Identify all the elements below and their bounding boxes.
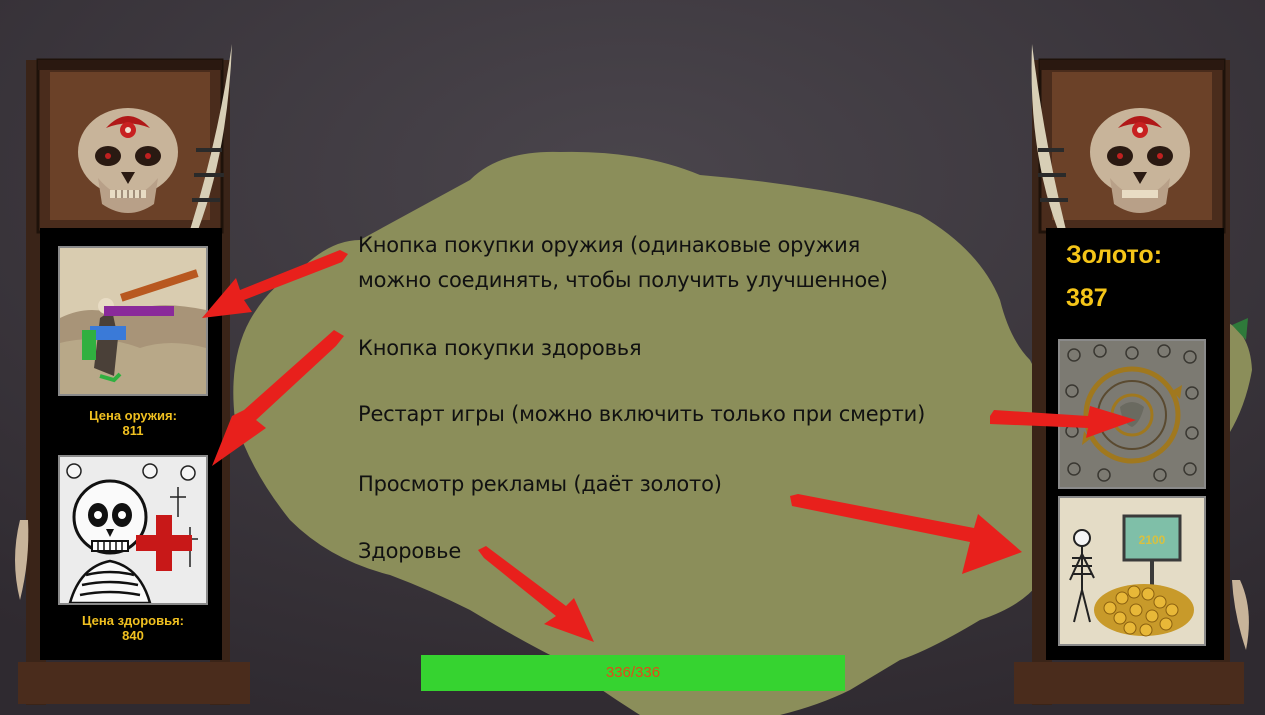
annotation-weapon-button-line1: Кнопка покупки оружия (одинаковые оружия <box>358 233 861 257</box>
restart-circle-icon <box>1060 341 1204 487</box>
weapon-price-label: Цена оружия: <box>89 408 177 423</box>
annotation-ad-button: Просмотр рекламы (даёт золото) <box>358 472 722 496</box>
weapon-price-value: 811 <box>122 423 144 438</box>
health-bar-text: 336/336 <box>605 664 661 681</box>
buy-weapon-button[interactable] <box>58 246 208 396</box>
health-bar: 336/336 <box>421 655 845 691</box>
health-price-value: 840 <box>122 628 144 643</box>
skeleton-gold-pile-icon: 2100 <box>1060 498 1204 644</box>
gold-value: 387 <box>1066 284 1108 312</box>
skull-red-cross-icon <box>60 457 206 603</box>
machine-gun-skeleton-icon <box>60 248 206 394</box>
annotation-health-button: Кнопка покупки здоровья <box>358 336 642 360</box>
health-price-label: Цена здоровья: <box>81 613 184 628</box>
ad-board-text: 2100 <box>1139 533 1166 547</box>
horn-ornament-icon <box>1232 580 1249 650</box>
annotation-weapon-button-line2: можно соединять, чтобы получить улучшенн… <box>358 268 888 292</box>
restart-button[interactable] <box>1058 339 1206 489</box>
gold-label: Золото: <box>1066 241 1163 269</box>
annotation-restart-button: Рестарт игры (можно включить только при … <box>358 402 926 426</box>
buy-health-button[interactable] <box>58 455 208 605</box>
annotation-health-bar: Здоровье <box>358 539 462 563</box>
watch-ad-button[interactable]: 2100 <box>1058 496 1206 646</box>
